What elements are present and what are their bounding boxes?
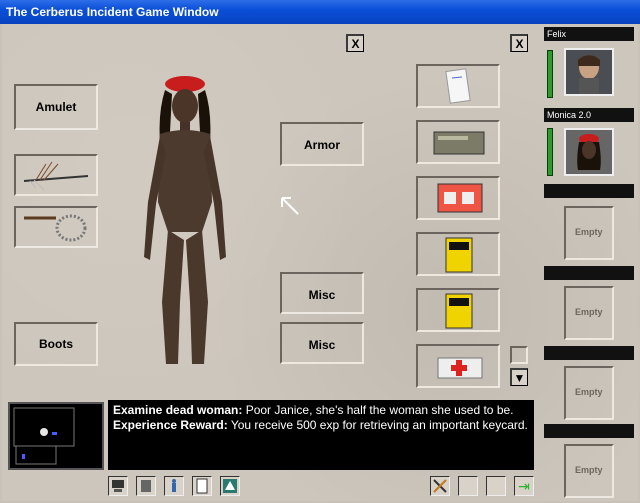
computer-icon	[112, 480, 124, 492]
action-button[interactable]	[430, 476, 450, 496]
inventory-slot-4[interactable]	[416, 232, 500, 276]
map-button[interactable]	[220, 476, 240, 496]
backpack-icon	[141, 480, 151, 492]
mouse-cursor-icon	[281, 197, 299, 215]
amulet-label: Amulet	[35, 100, 77, 114]
portrait-icon	[578, 55, 600, 94]
message-title: Examine dead woman:	[113, 403, 243, 417]
empty-toolbar-slot[interactable]	[458, 476, 478, 496]
armor-label: Armor	[303, 138, 340, 152]
health-bar	[547, 50, 553, 98]
weapon-slot-1[interactable]	[14, 154, 98, 196]
party-member-name: Felix	[544, 27, 634, 41]
message-text: Poor Janice, she's half the woman she us…	[242, 403, 514, 417]
message-entry: Examine dead woman: Poor Janice, she's h…	[113, 403, 529, 418]
exit-icon: ⇥	[518, 478, 530, 494]
triangle-icon	[223, 479, 237, 493]
party-panel: Felix Monica 2.0 Empty Empty Empty Empty	[542, 24, 638, 501]
message-text: You receive 500 exp for retrieving an im…	[227, 418, 528, 432]
empty-party-bar	[544, 346, 634, 360]
message-log: Examine dead woman: Poor Janice, she's h…	[108, 400, 534, 470]
inventory-button[interactable]	[136, 476, 156, 496]
empty-party-bar	[544, 424, 634, 438]
radio-icon	[437, 183, 483, 213]
computer-button[interactable]	[108, 476, 128, 496]
misc-label-2: Misc	[308, 338, 336, 352]
empty-label: Empty	[575, 227, 603, 237]
tool-icon	[433, 479, 447, 493]
empty-party-bar	[544, 266, 634, 280]
window-title: The Cerberus Incident Game Window	[6, 5, 219, 19]
book-icon	[445, 237, 473, 273]
inventory-scroll-track	[510, 346, 528, 364]
weapon-slot-2[interactable]	[14, 206, 98, 248]
inventory-scroll-down-button[interactable]: ▼	[510, 368, 528, 386]
inventory-slot-2[interactable]	[416, 120, 500, 164]
party-portrait[interactable]	[564, 128, 614, 176]
empty-label: Empty	[575, 465, 603, 475]
empty-party-bar	[544, 184, 634, 198]
empty-label: Empty	[575, 307, 603, 317]
journal-button[interactable]	[192, 476, 212, 496]
misc-label-1: Misc	[308, 288, 336, 302]
close-equipment-button[interactable]: X	[346, 34, 364, 52]
character-figure	[144, 76, 226, 364]
minimap-graphic	[13, 407, 75, 465]
party-member-name: Monica 2.0	[544, 108, 634, 122]
flail-icon	[23, 161, 89, 191]
document-icon	[196, 478, 208, 494]
inventory-slot-3[interactable]	[416, 176, 500, 220]
empty-toolbar-slot[interactable]	[486, 476, 506, 496]
party-portrait[interactable]	[564, 48, 614, 96]
character-button[interactable]	[164, 476, 184, 496]
device-icon	[433, 131, 485, 155]
person-icon	[172, 479, 176, 492]
window-title-bar: The Cerberus Incident Game Window	[0, 0, 640, 24]
message-title: Experience Reward:	[113, 418, 228, 432]
empty-label: Empty	[575, 387, 603, 397]
book-icon	[445, 293, 473, 329]
inventory-slot-1[interactable]	[416, 64, 500, 108]
game-window: Amulet Boots Armor Misc Misc X X ▼ Felix…	[2, 24, 638, 501]
inventory-slot-5[interactable]	[416, 288, 500, 332]
message-entry: Experience Reward: You receive 500 exp f…	[113, 418, 529, 433]
boots-label: Boots	[39, 337, 73, 351]
close-inventory-button[interactable]: X	[510, 34, 528, 52]
paper-icon	[445, 68, 471, 104]
portrait-icon	[577, 134, 601, 170]
health-bar	[547, 128, 553, 176]
whip-icon	[24, 214, 87, 242]
inventory-slot-6[interactable]	[416, 344, 500, 388]
exit-button[interactable]: ⇥	[514, 476, 534, 496]
minimap[interactable]	[8, 402, 104, 470]
medkit-icon	[437, 357, 483, 379]
